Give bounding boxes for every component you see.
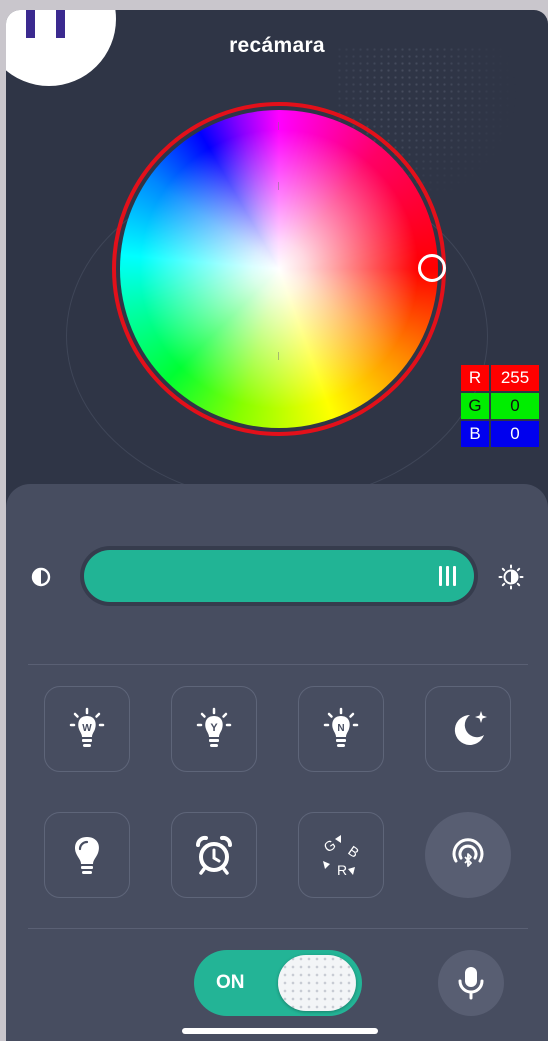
rgb-row-blue: B 0 [461, 421, 539, 447]
power-toggle-label: ON [216, 972, 245, 993]
divider-top [28, 664, 528, 665]
color-wheel[interactable] [120, 110, 438, 428]
mode-bulb-button[interactable] [44, 812, 130, 898]
mode-alarm-button[interactable] [171, 812, 257, 898]
brightness-low-icon [31, 567, 51, 587]
blue-label: B [461, 421, 489, 447]
bluetooth-sound-icon [452, 838, 484, 867]
red-value: 255 [491, 365, 539, 391]
rgb-row-red: R 255 [461, 365, 539, 391]
mode-night-button[interactable] [425, 686, 511, 772]
mode-rgb-cycle-button[interactable]: G B R [298, 812, 384, 898]
rgb-cycle-icon: G B R [321, 835, 362, 878]
red-label: R [461, 365, 489, 391]
microphone-icon [458, 967, 484, 1000]
blue-value: 0 [491, 421, 539, 447]
svg-text:B: B [345, 842, 362, 860]
controls-panel: W Y N G B R ON [6, 484, 548, 1041]
rgb-row-green: G 0 [461, 393, 539, 419]
color-picker-handle[interactable] [418, 254, 446, 282]
brightness-slider-fill [84, 550, 474, 602]
moon-icon [454, 711, 487, 745]
slider-grip-handle[interactable] [439, 566, 456, 586]
green-value: 0 [491, 393, 539, 419]
svg-text:R: R [337, 862, 347, 878]
divider-bottom [28, 928, 528, 929]
brightness-slider[interactable] [80, 546, 478, 606]
svg-text:N: N [337, 723, 344, 734]
app-badge [6, 10, 116, 86]
brightness-high-icon [498, 564, 524, 590]
green-label: G [461, 393, 489, 419]
alarm-clock-icon [195, 835, 233, 875]
svg-text:W: W [82, 723, 92, 734]
mode-yellow-button[interactable]: Y [171, 686, 257, 772]
mode-natural-button[interactable]: N [298, 686, 384, 772]
bluetooth-speaker-button[interactable] [425, 812, 511, 898]
rgb-readout: R 255 G 0 B 0 [461, 365, 539, 449]
power-toggle[interactable]: ON [194, 950, 362, 1016]
bulb-n-icon: N [323, 707, 359, 747]
app-screen: recámara R 255 G 0 B 0 W Y N G B R ON [6, 10, 548, 1041]
bulb-y-icon: Y [196, 707, 232, 747]
microphone-button[interactable] [438, 950, 504, 1016]
home-indicator[interactable] [182, 1028, 378, 1034]
svg-text:Y: Y [210, 722, 218, 734]
bulb-w-icon: W [69, 707, 105, 747]
bulb-icon [75, 837, 99, 874]
power-toggle-knob[interactable] [278, 955, 356, 1011]
mode-warm-white-button[interactable]: W [44, 686, 130, 772]
